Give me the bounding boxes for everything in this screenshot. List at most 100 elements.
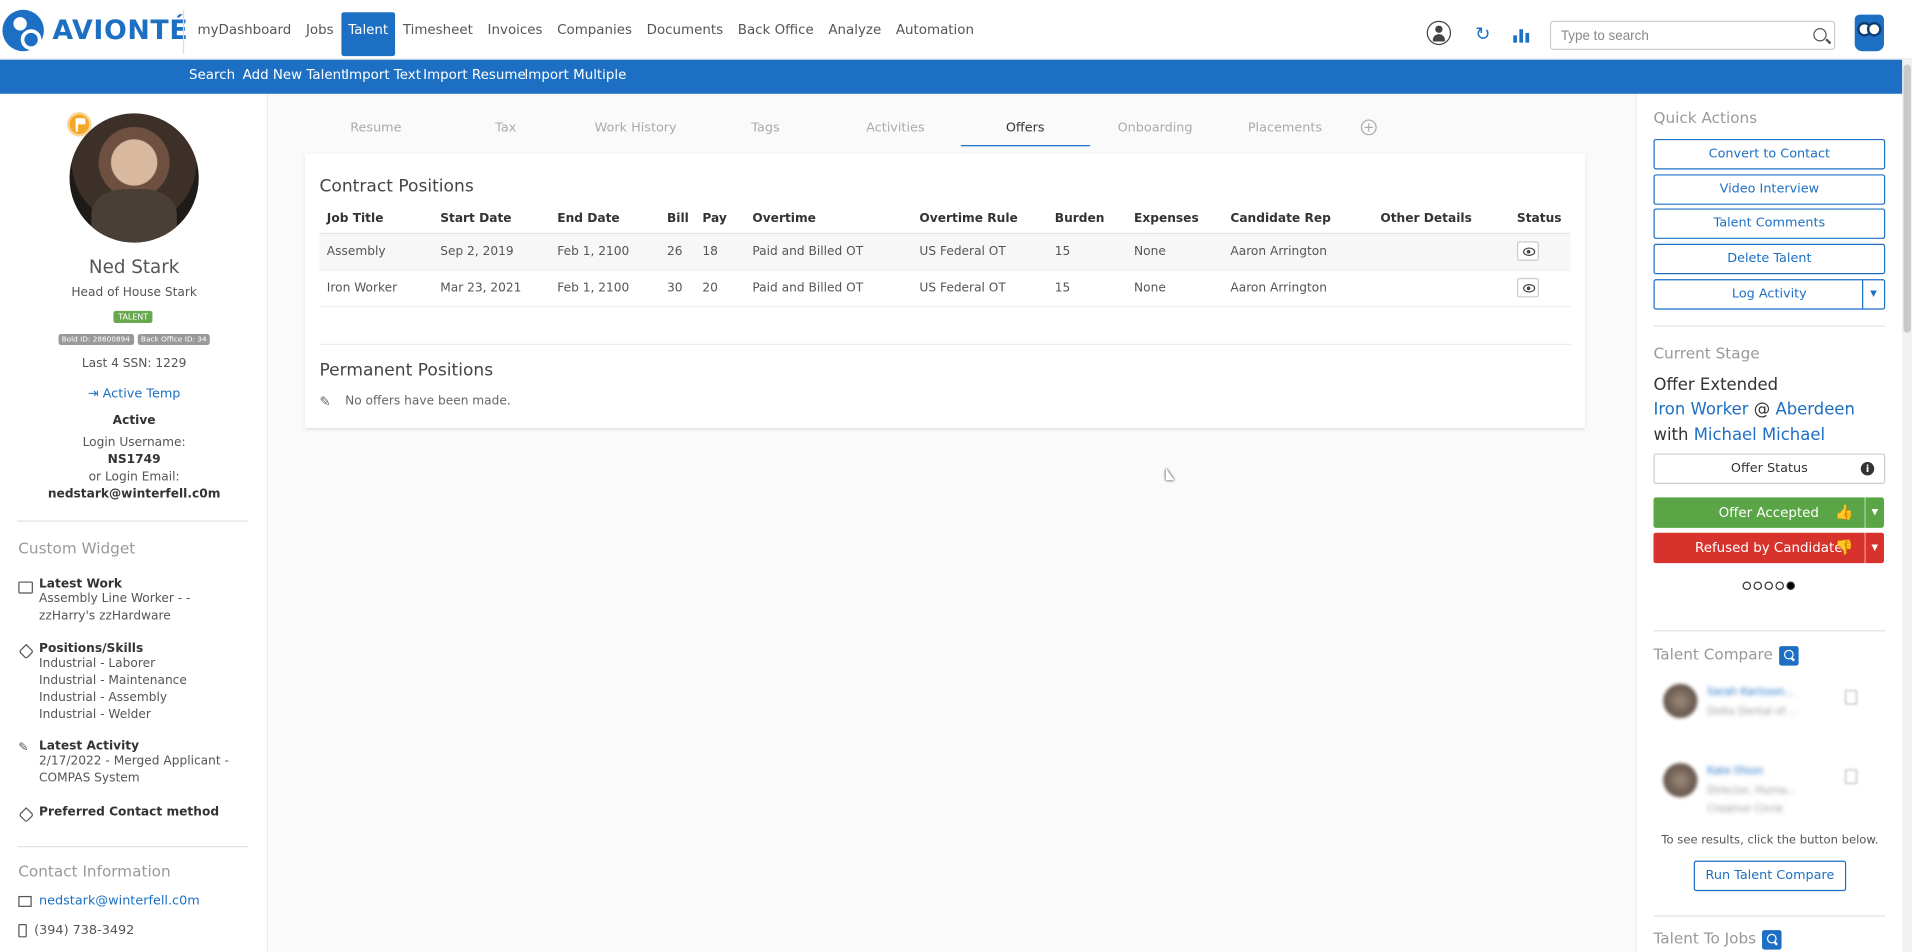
login-arrow-icon: ⇥ [87, 386, 103, 402]
scrollbar-thumb[interactable] [1903, 64, 1911, 333]
compare-subtitle: Delta Dental of ... [1707, 705, 1799, 718]
subnav-search[interactable]: Search [189, 60, 235, 92]
tab-activities[interactable]: Activities [830, 112, 960, 146]
compare-note: To see results, click the button below. [1661, 833, 1879, 848]
nav-companies[interactable]: Companies [550, 12, 639, 56]
view-eye-icon[interactable] [1516, 241, 1539, 261]
tab-placements[interactable]: Placements [1220, 112, 1350, 146]
search-icon[interactable] [1778, 645, 1799, 665]
tag-icon [18, 643, 34, 660]
col-overtime: Overtime [745, 206, 913, 234]
delete-talent-button[interactable]: Delete Talent [1653, 243, 1886, 275]
page-scrollbar[interactable] [1902, 59, 1912, 952]
offer-accepted-button[interactable]: Offer Accepted 👍 ▼ [1653, 497, 1884, 528]
subnav-add-new-talent[interactable]: Add New Talent [243, 60, 347, 92]
latest-work-title: Latest Work [39, 577, 122, 592]
col-start-date: Start Date [432, 206, 550, 234]
contact-phone[interactable]: (394) 738-3492 [18, 923, 134, 937]
nav-timesheet[interactable]: Timesheet [396, 12, 481, 56]
video-interview-button[interactable]: Video Interview [1653, 174, 1886, 205]
compare-name: Sarah Karlsson... [1707, 686, 1795, 699]
talent-badge: TALENT [113, 310, 154, 324]
chevron-down-icon[interactable]: ▼ [1864, 532, 1884, 564]
view-eye-icon[interactable] [1516, 277, 1539, 298]
cell-bill: 26 [659, 232, 696, 271]
status-link[interactable]: ⇥ Active Temp [0, 386, 267, 402]
stage-contact-link[interactable]: Michael Michael [1694, 425, 1825, 445]
sub-navbar: Search Add New Talent Import Text Import… [0, 59, 1903, 94]
info-icon[interactable]: i [1860, 462, 1875, 476]
offer-status-button[interactable]: Offer Status i [1653, 453, 1886, 484]
add-tab-icon[interactable]: + [1360, 119, 1377, 136]
talent-to-jobs-heading: Talent To Jobs [1654, 929, 1782, 949]
subnav-import-text[interactable]: Import Text [345, 60, 421, 92]
chevron-down-icon[interactable]: ▼ [1864, 497, 1884, 528]
id-badges: Bold ID: 28600894 Back Office ID: 34 [0, 334, 267, 345]
nav-mydashboard[interactable]: myDashboard [190, 12, 298, 56]
subnav-import-multiple[interactable]: Import Multiple [524, 60, 626, 92]
search-icon[interactable] [1762, 929, 1782, 949]
bar-chart-icon[interactable] [1510, 22, 1534, 46]
document-icon[interactable] [1844, 769, 1858, 784]
convert-to-contact-button[interactable]: Convert to Contact [1653, 138, 1886, 170]
stage-job-link[interactable]: Iron Worker [1654, 400, 1749, 420]
table-row[interactable]: Assembly Sep 2, 2019 Feb 1, 2100 26 18 P… [319, 232, 1571, 271]
avionte-logo-icon [2, 9, 44, 52]
stage-dot [1742, 581, 1752, 590]
stage-progress-dots [1742, 581, 1795, 590]
tag-icon [18, 807, 34, 823]
offers-card: Contract Positions Job Title Start Date … [304, 153, 1586, 428]
tab-offers[interactable]: Offers [960, 112, 1091, 147]
compare-subtitle: Director, Huma... [1707, 785, 1797, 798]
login-email-label: or Login Email: [88, 470, 180, 484]
avatar [1663, 763, 1698, 798]
compare-item[interactable]: Kate Olson Director, Huma... Creative Ci… [1663, 763, 1895, 818]
nav-jobs[interactable]: Jobs [299, 12, 341, 56]
refused-by-candidate-button[interactable]: Refused by Candidate 👎 ▼ [1653, 532, 1884, 564]
run-talent-compare-button[interactable]: Run Talent Compare [1693, 860, 1847, 892]
tab-tax[interactable]: Tax [441, 112, 571, 146]
cell-other-details [1373, 232, 1510, 271]
tab-resume[interactable]: Resume [311, 112, 441, 146]
search-icon[interactable] [1813, 28, 1827, 42]
nav-analyze[interactable]: Analyze [821, 12, 889, 56]
logo[interactable]: AVIONTÉ [2, 9, 188, 52]
cell-burden: 15 [1047, 269, 1127, 307]
tab-tags[interactable]: Tags [701, 112, 831, 146]
tab-work-history[interactable]: Work History [571, 112, 701, 146]
chevron-down-icon[interactable]: ▼ [1862, 280, 1884, 309]
talent-comments-button[interactable]: Talent Comments [1653, 208, 1886, 239]
right-sidebar: Quick Actions Convert to Contact Video I… [1635, 93, 1903, 952]
skill-item: Industrial - Maintenance [39, 674, 187, 688]
stage-dot [1775, 581, 1784, 590]
stage-dot [1764, 581, 1774, 590]
login-username-label: Login Username: [82, 436, 186, 450]
nav-documents[interactable]: Documents [639, 12, 730, 56]
compare-item[interactable]: Sarah Karlsson... Delta Dental of ... [1663, 683, 1895, 739]
cell-candidate-rep: Aaron Arrington [1223, 269, 1374, 307]
nav-automation[interactable]: Automation [889, 12, 982, 56]
avatar [1663, 683, 1698, 718]
contact-email[interactable]: nedstark@winterfell.c0m [18, 894, 200, 908]
document-icon[interactable] [1844, 689, 1858, 705]
log-activity-label: Log Activity [1731, 286, 1807, 302]
nav-talent[interactable]: Talent [340, 12, 396, 57]
cell-overtime: Paid and Billed OT [745, 269, 913, 307]
flag-icon[interactable] [67, 112, 92, 137]
refresh-icon[interactable]: ↻ [1471, 22, 1495, 46]
search-input[interactable] [1560, 23, 1805, 50]
phone-icon [18, 923, 27, 937]
nav-invoices[interactable]: Invoices [480, 12, 550, 56]
tab-onboarding[interactable]: Onboarding [1090, 112, 1220, 146]
cell-pay: 20 [695, 269, 746, 307]
thumbs-up-icon: 👍 [1835, 503, 1854, 521]
log-activity-button[interactable]: Log Activity ▼ [1653, 279, 1886, 310]
stage-company-link[interactable]: Aberdeen [1775, 400, 1854, 420]
user-profile-icon[interactable] [1426, 20, 1452, 46]
latest-work: Latest Work Assembly Line Worker - - zzH… [18, 578, 262, 626]
refused-label: Refused by Candidate [1694, 540, 1843, 556]
subnav-import-resume[interactable]: Import Resume [423, 60, 526, 92]
table-row[interactable]: Iron Worker Mar 23, 2021 Feb 1, 2100 30 … [319, 269, 1571, 307]
owl-assistant-icon[interactable] [1854, 14, 1884, 52]
nav-back-office[interactable]: Back Office [730, 12, 821, 56]
